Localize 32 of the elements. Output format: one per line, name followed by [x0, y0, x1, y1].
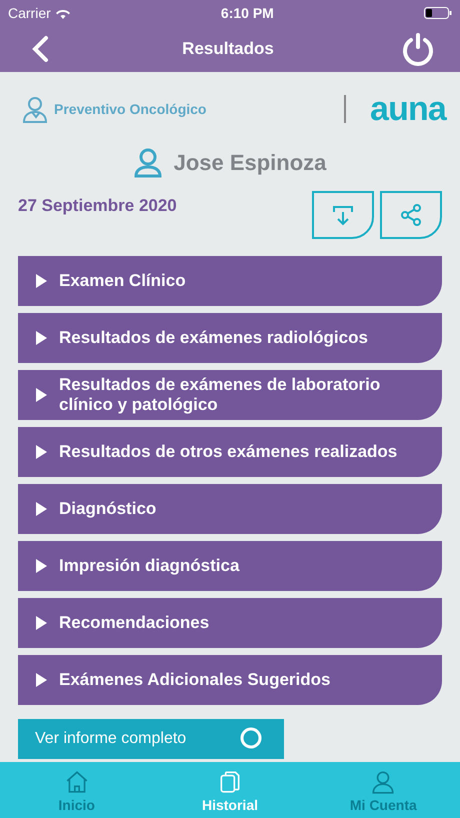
doctor-icon — [22, 95, 50, 123]
section-row[interactable]: Resultados de exámenes radiológicos — [18, 313, 442, 363]
brand-logo: auna — [370, 92, 446, 126]
user-icon — [370, 769, 396, 795]
caret-icon — [36, 673, 47, 687]
caret-icon — [36, 559, 47, 573]
program-name: Preventivo Oncológico — [54, 100, 206, 119]
section-row[interactable]: Examen Clínico — [18, 256, 442, 306]
section-row[interactable]: Resultados de otros exámenes realizados — [18, 427, 442, 477]
caret-icon — [36, 502, 47, 516]
caret-icon — [36, 445, 47, 459]
carrier-label: Carrier — [8, 4, 51, 22]
caret-icon — [36, 331, 47, 345]
caret-icon — [36, 616, 47, 630]
caret-icon — [36, 274, 47, 288]
wifi-icon — [54, 7, 71, 19]
exam-date: 27 Septiembre 2020 — [18, 195, 177, 217]
patient-name: Jose Espinoza — [174, 149, 326, 177]
clock: 6:10 PM — [220, 4, 274, 22]
download-icon — [332, 204, 354, 226]
caret-icon — [36, 388, 47, 402]
person-icon — [134, 148, 162, 178]
screen-title: Resultados — [182, 38, 274, 60]
battery-icon — [424, 7, 452, 19]
share-icon — [399, 203, 423, 227]
section-row[interactable]: Impresión diagnóstica — [18, 541, 442, 591]
chevron-left-icon — [31, 35, 49, 63]
section-row[interactable]: Diagnóstico — [18, 484, 442, 534]
section-row[interactable]: Exámenes Adicionales Sugeridos — [18, 655, 442, 705]
power-icon — [400, 32, 435, 66]
section-row[interactable]: Resultados de exámenes de laboratorio clínico y patológico — [18, 370, 442, 420]
section-row[interactable]: Recomendaciones — [18, 598, 442, 648]
